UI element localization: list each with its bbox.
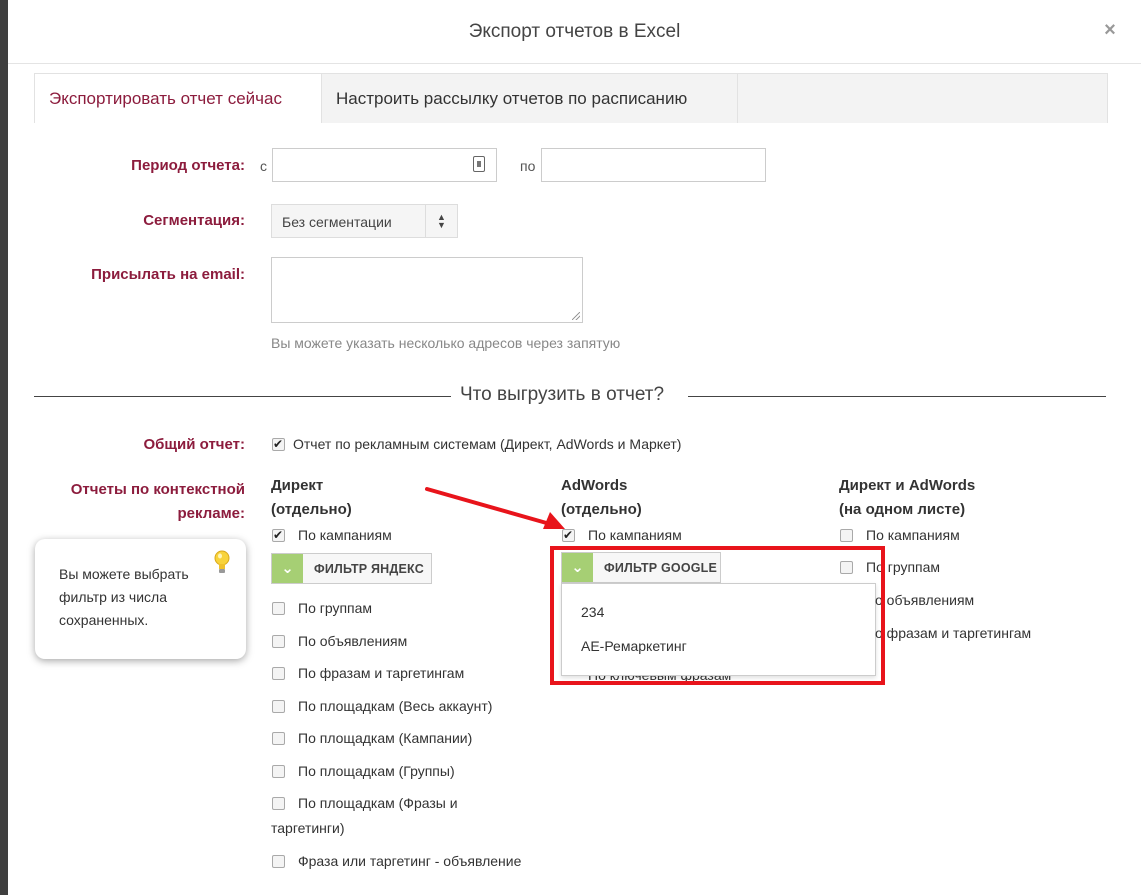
direct-placements-account-checkbox[interactable] xyxy=(272,700,285,713)
general-report-label: Общий отчет: xyxy=(143,436,245,453)
period-label: Период отчета: xyxy=(131,157,245,174)
adwords-title-line2: (отдельно) xyxy=(561,501,642,518)
direct-placements-groups-checkbox[interactable] xyxy=(272,765,285,778)
combined-groups-label: По группам xyxy=(866,559,941,575)
context-reports-label: Отчеты по контекстной рекламе: xyxy=(28,478,245,526)
export-dialog: Экспорт отчетов в Excel × Экспортировать… xyxy=(8,0,1141,895)
direct-campaigns-checkbox[interactable] xyxy=(272,527,285,543)
dialog-title: Экспорт отчетов в Excel xyxy=(468,21,681,42)
section-title: Что выгрузить в отчет? xyxy=(460,384,665,405)
direct-title-line2: (отдельно) xyxy=(271,501,352,518)
close-icon[interactable]: × xyxy=(1101,20,1119,40)
tab-bar: Экспортировать отчет сейчас Настроить ра… xyxy=(34,73,1108,123)
general-report-checkbox[interactable] xyxy=(272,436,285,452)
direct-groups-label: По группам xyxy=(298,600,373,616)
tip-text: Вы можете выбрать фильтр из числа сохран… xyxy=(59,566,189,628)
general-report-option: Отчет по рекламным системам (Директ, AdW… xyxy=(293,436,682,452)
date-from-input[interactable] xyxy=(272,148,497,182)
direct-ads-checkbox[interactable] xyxy=(272,635,285,648)
tip-popover: Вы можете выбрать фильтр из числа сохран… xyxy=(35,539,246,659)
direct-phrases-label: По фразам и таргетингам xyxy=(298,665,465,681)
direct-ads-label: По объявлениям xyxy=(298,633,408,649)
dialog-header: Экспорт отчетов в Excel × xyxy=(8,0,1141,64)
combined-title-line2: (на одном листе) xyxy=(839,501,966,518)
divider-right xyxy=(688,396,1106,397)
direct-phrase-ad-checkbox[interactable] xyxy=(272,855,285,868)
date-to-input[interactable] xyxy=(541,148,766,182)
updown-arrows-icon: ▲ ▼ xyxy=(425,205,457,237)
from-label: с xyxy=(260,158,267,174)
to-label: по xyxy=(520,158,536,174)
email-hint: Вы можете указать несколько адресов чере… xyxy=(271,335,621,351)
direct-campaigns-label: По кампаниям xyxy=(298,527,392,543)
direct-placements-groups-label: По площадкам (Группы) xyxy=(298,763,455,779)
combined-groups-checkbox[interactable] xyxy=(840,561,853,574)
resize-grip-icon[interactable] xyxy=(572,312,580,320)
combined-campaigns-label: По кампаниям xyxy=(866,527,960,543)
adwords-title-line1: AdWords xyxy=(561,477,628,494)
segmentation-label: Сегментация: xyxy=(143,212,245,229)
chevron-down-icon: ⌄ xyxy=(562,553,593,582)
yandex-filter-button[interactable]: ⌄ ФИЛЬТР ЯНДЕКС xyxy=(271,553,432,584)
direct-column-title: Директ (отдельно) xyxy=(271,474,352,522)
google-filter-dropdown: 234 АЕ-Ремаркетинг xyxy=(561,583,876,676)
divider-left xyxy=(34,396,451,397)
google-filter-label: ФИЛЬТР GOOGLE xyxy=(604,561,718,575)
direct-phrases-checkbox[interactable] xyxy=(272,667,285,680)
red-arrow-annotation xyxy=(425,487,565,529)
google-filter-button[interactable]: ⌄ ФИЛЬТР GOOGLE xyxy=(561,552,721,583)
context-label-line2: рекламе: xyxy=(177,505,246,522)
combined-phrases-label: о фразам и таргетингам xyxy=(875,625,1032,641)
segmentation-select[interactable]: Без сегментации ▲ ▼ xyxy=(271,204,458,238)
segmentation-value: Без сегментации xyxy=(282,214,392,230)
direct-placements-account-label: По площадкам (Весь аккаунт) xyxy=(298,698,493,714)
adwords-campaigns-label: По кампаниям xyxy=(588,527,682,543)
context-label-line1: Отчеты по контекстной xyxy=(70,481,245,498)
chevron-down-icon: ⌄ xyxy=(272,554,303,583)
email-textarea[interactable] xyxy=(271,257,583,323)
combined-column-title: Директ и AdWords (на одном листе) xyxy=(839,474,975,522)
dropdown-option-remarketing[interactable]: АЕ-Ремаркетинг xyxy=(581,638,687,654)
direct-placements-campaigns-label: По площадкам (Кампании) xyxy=(298,730,473,746)
direct-placements-phrases-label: По площадкам (Фразы и xyxy=(298,795,458,811)
dropdown-option-234[interactable]: 234 xyxy=(581,604,604,620)
tab-schedule[interactable]: Настроить рассылку отчетов по расписанию xyxy=(321,74,738,123)
direct-placements-campaigns-checkbox[interactable] xyxy=(272,732,285,745)
yandex-filter-label: ФИЛЬТР ЯНДЕКС xyxy=(314,562,424,576)
direct-placements-phrases-checkbox[interactable] xyxy=(272,797,285,810)
email-label: Присылать на email: xyxy=(91,266,245,283)
combined-campaigns-checkbox[interactable] xyxy=(840,529,853,542)
direct-placements-phrases-label-line2: таргетинги) xyxy=(271,820,345,836)
combined-title-line1: Директ и AdWords xyxy=(839,477,976,494)
adwords-column-title: AdWords (отдельно) xyxy=(561,474,642,522)
tab-export-now[interactable]: Экспортировать отчет сейчас xyxy=(35,74,321,123)
direct-groups-checkbox[interactable] xyxy=(272,602,285,615)
calendar-icon[interactable] xyxy=(473,156,485,172)
direct-phrase-ad-label: Фраза или таргетинг - объявление xyxy=(298,853,522,869)
direct-title-line1: Директ xyxy=(271,477,324,494)
combined-ads-label: о объявлениям xyxy=(875,592,975,608)
